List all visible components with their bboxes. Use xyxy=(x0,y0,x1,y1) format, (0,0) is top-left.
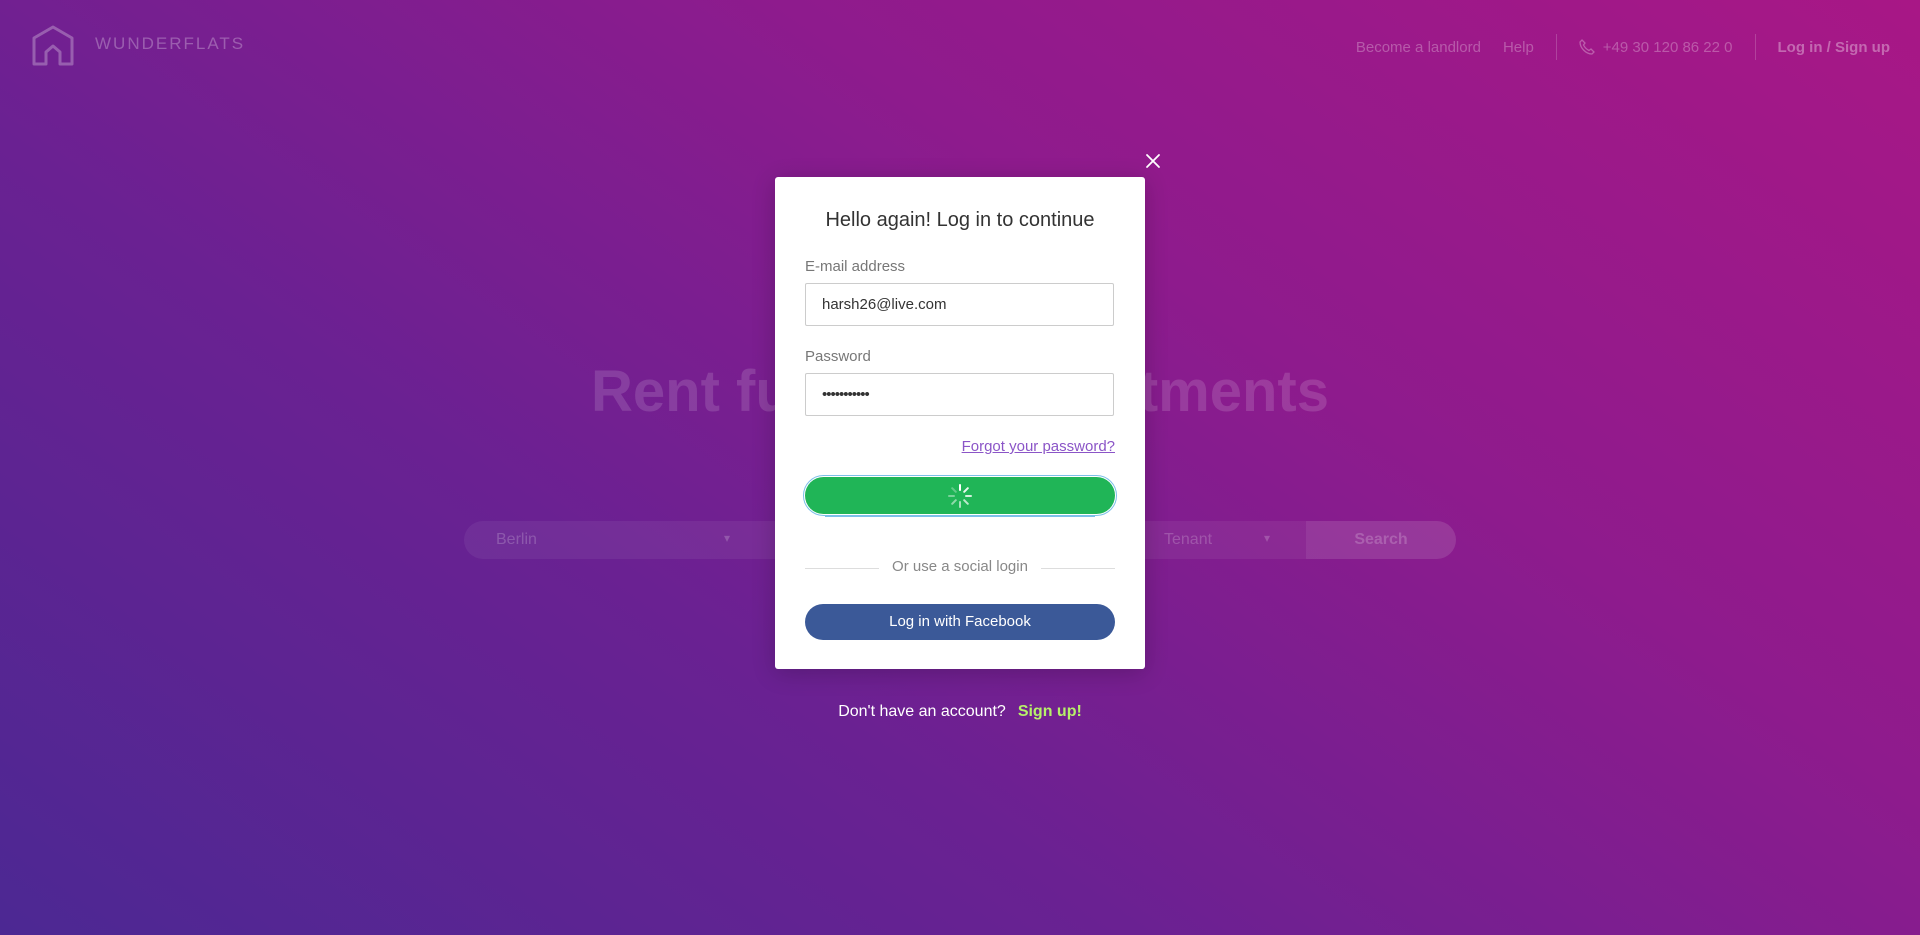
no-account-text: Don't have an account? xyxy=(838,703,1006,720)
social-divider: Or use a social login xyxy=(805,558,1115,578)
facebook-login-button[interactable]: Log in with Facebook xyxy=(805,604,1115,640)
top-nav: Become a landlord Help +49 30 120 86 22 … xyxy=(1356,34,1890,60)
nav-phone-number: +49 30 120 86 22 0 xyxy=(1602,38,1733,56)
close-icon[interactable] xyxy=(1142,150,1164,172)
tenant-select[interactable]: Tenant xyxy=(1164,531,1212,549)
email-field[interactable]: harsh26@live.com xyxy=(805,283,1114,326)
modal-title: Hello again! Log in to continue xyxy=(825,209,1095,231)
nav-divider xyxy=(1754,34,1756,60)
city-select[interactable]: Berlin xyxy=(496,531,537,549)
nav-login-signup[interactable]: Log in / Sign up xyxy=(1778,39,1890,56)
focus-outline xyxy=(825,516,1095,517)
loading-spinner-icon xyxy=(948,483,972,508)
forgot-password-link[interactable]: Forgot your password? xyxy=(962,438,1115,455)
nav-become-landlord[interactable]: Become a landlord xyxy=(1356,39,1481,56)
chevron-down-icon: ▾ xyxy=(1264,531,1271,545)
password-label: Password xyxy=(805,348,871,365)
nav-help[interactable]: Help xyxy=(1503,39,1534,56)
signup-prompt: Don't have an account? Sign up! xyxy=(0,703,1920,721)
login-modal: Hello again! Log in to continue E-mail a… xyxy=(775,177,1145,669)
divider-line xyxy=(1041,568,1115,569)
social-divider-text: Or use a social login xyxy=(892,558,1028,575)
brand-name[interactable]: WUNDERFLATS xyxy=(95,34,245,54)
phone-icon xyxy=(1579,39,1595,55)
wunderflats-logo-icon[interactable] xyxy=(30,24,76,70)
nav-phone[interactable]: +49 30 120 86 22 0 xyxy=(1579,39,1733,56)
nav-divider xyxy=(1555,34,1557,60)
search-button[interactable]: Search xyxy=(1306,521,1456,559)
chevron-down-icon: ▾ xyxy=(724,531,731,545)
login-submit-button[interactable] xyxy=(803,475,1117,516)
signup-link[interactable]: Sign up! xyxy=(1018,703,1082,720)
email-label: E-mail address xyxy=(805,258,906,275)
site-header: WUNDERFLATS Become a landlord Help +49 3… xyxy=(0,0,1920,90)
password-field[interactable]: ••••••••••• xyxy=(805,373,1114,416)
